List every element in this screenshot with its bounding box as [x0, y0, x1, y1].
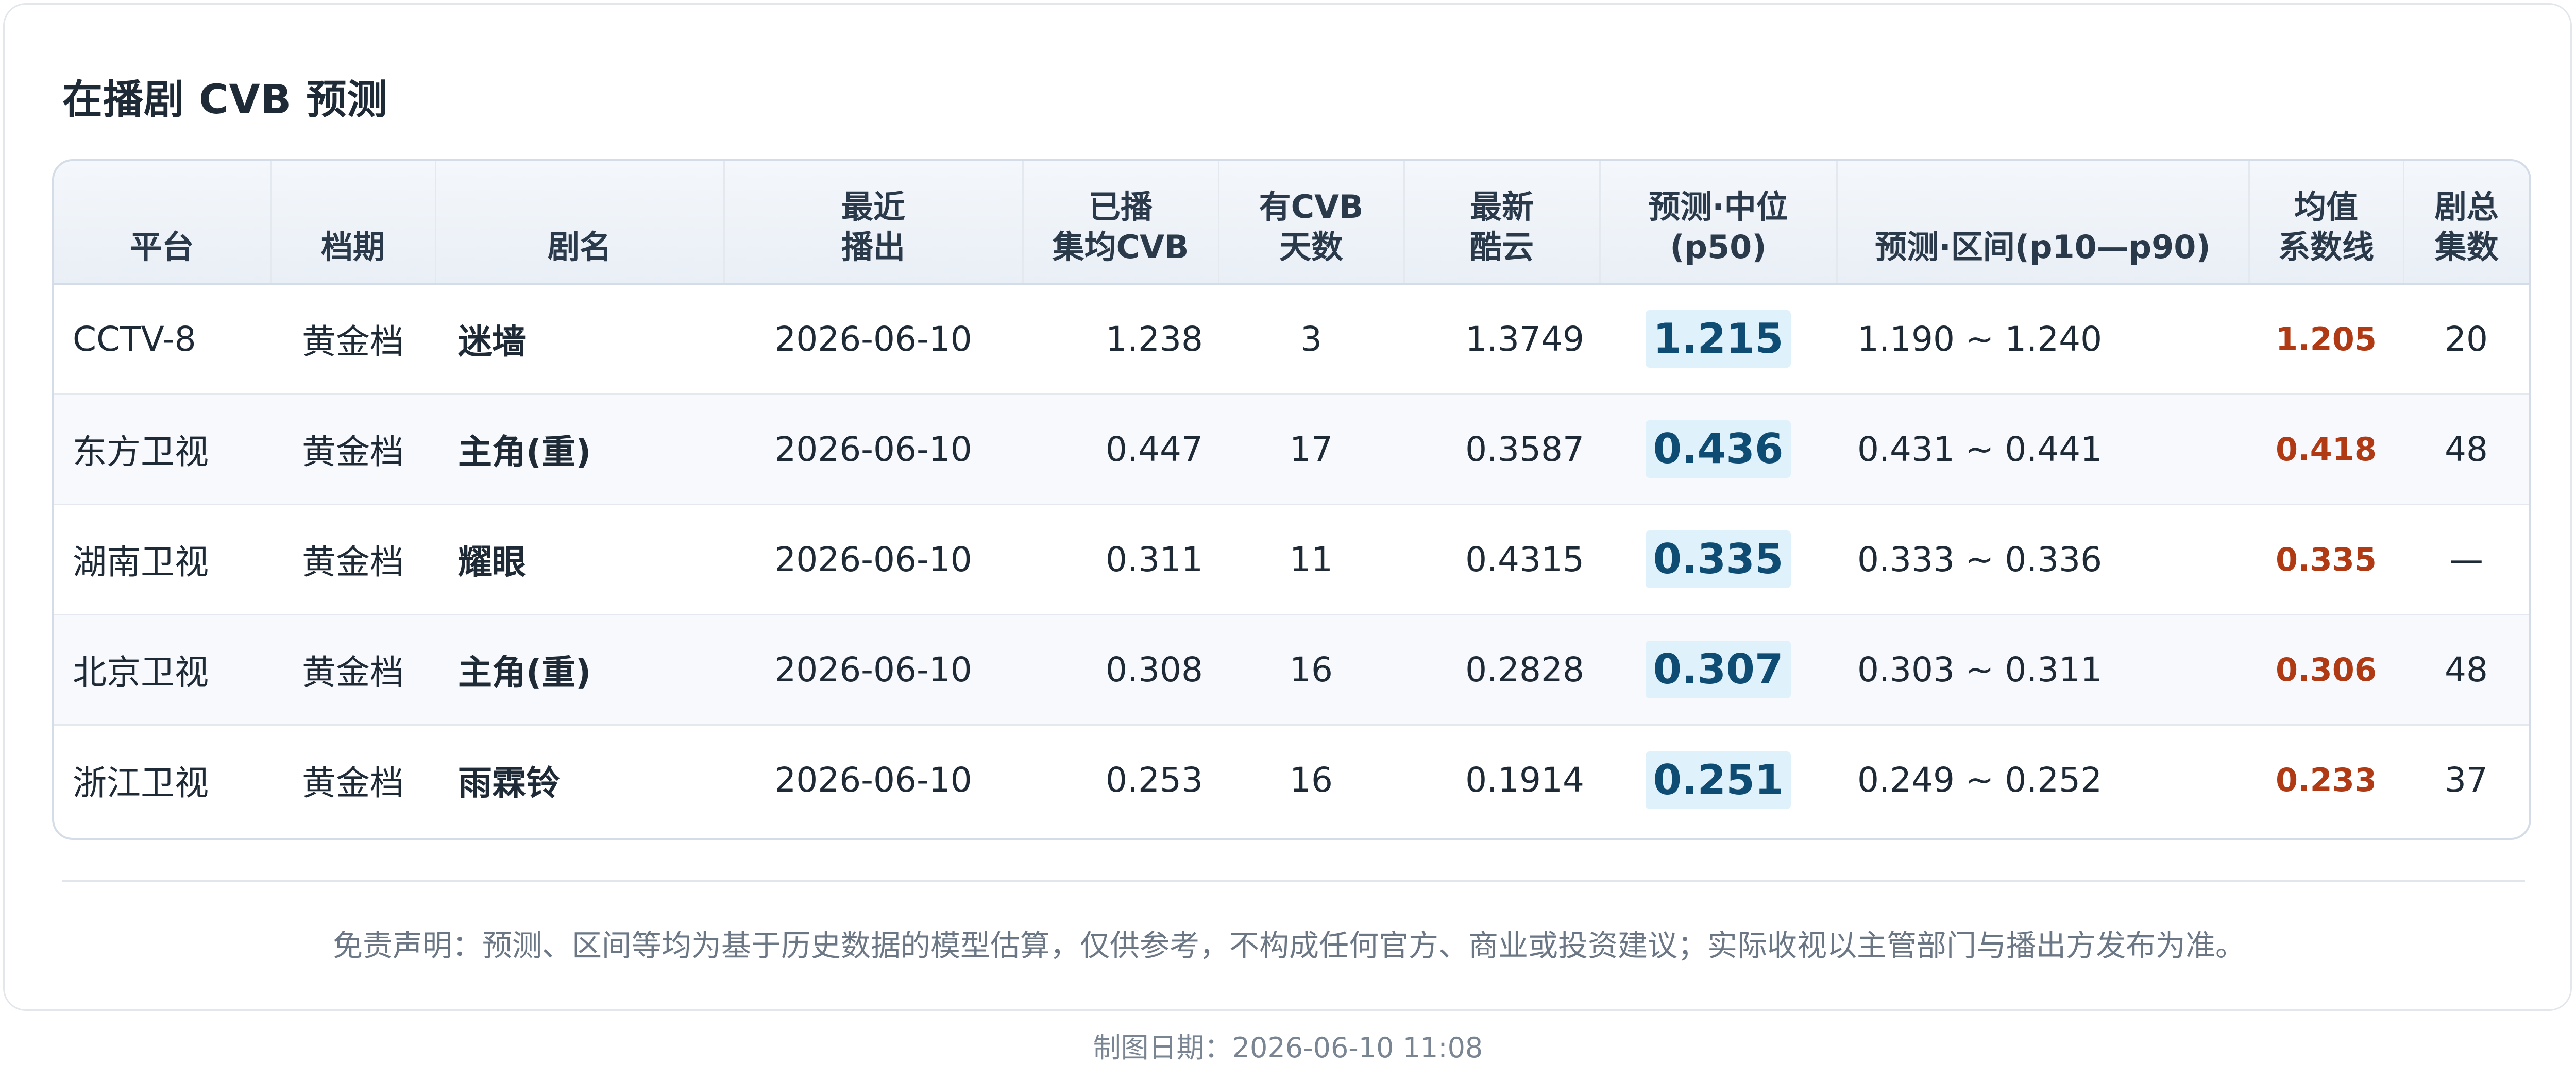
cell-slot: 黄金档	[302, 763, 404, 803]
cell-total-eps: 48	[2403, 394, 2529, 505]
cell-avg-cvb: 0.447	[1023, 394, 1218, 505]
p50-highlight: 0.251	[1646, 751, 1791, 809]
cell-platform: 浙江卫视	[73, 763, 209, 803]
header-avg-cvb: 已播 集均CVB	[1023, 161, 1219, 285]
cell-kuyun: 0.3587	[1404, 394, 1600, 505]
cell-total-eps: 20	[2403, 284, 2529, 395]
cell-range: 0.333 ~ 0.336	[1837, 504, 2249, 615]
header-p50: 预测·中位 (p50)	[1600, 161, 1838, 285]
cell-p50: 0.335	[1600, 504, 1837, 615]
cell-slot: 黄金档	[270, 504, 435, 615]
cell-mean-line: 0.335	[2249, 504, 2403, 615]
cell-p50: 0.436	[1600, 394, 1837, 505]
cell-platform: 北京卫视	[54, 614, 270, 726]
disclaimer-text: 免责声明：预测、区间等均为基于历史数据的模型估算，仅供参考，不构成任何官方、商业…	[332, 928, 2245, 963]
header-drama: 剧名	[435, 161, 725, 285]
section-divider	[62, 880, 2525, 882]
cell-cvb-days: 3	[1218, 284, 1404, 395]
cell-kuyun: 0.1914	[1465, 760, 1584, 800]
cell-cvb-days: 11	[1218, 504, 1404, 615]
cell-last-air: 2026-06-10	[724, 394, 1023, 505]
header-mean-line: 均值 系数线	[2249, 161, 2404, 285]
cell-platform: CCTV-8	[54, 284, 270, 395]
cell-platform: 湖南卫视	[54, 504, 270, 615]
cell-cvb-days: 17	[1218, 394, 1404, 505]
cell-range: 0.249 ~ 0.252	[1857, 760, 2103, 800]
cell-drama: 雨霖铃	[458, 763, 560, 803]
p50-highlight: 0.307	[1646, 641, 1791, 698]
cell-total-eps: —	[2403, 504, 2529, 615]
cell-drama: 主角(重)	[435, 614, 724, 726]
cell-mean-line: 1.205	[2249, 284, 2403, 395]
cell-slot: 黄金档	[270, 394, 435, 505]
cell-range: 0.303 ~ 0.311	[1837, 614, 2249, 726]
cvb-forecast-card: 在播剧 CVB 预测 平台 档期 剧名 最近 播出 已播 集均CVB 有CVB …	[3, 3, 2572, 1011]
cell-cvb-days: 16	[1290, 760, 1333, 800]
forecast-table-container: 平台 档期 剧名 最近 播出 已播 集均CVB 有CVB 天数 最新 酷云 预测…	[52, 159, 2531, 840]
cell-p50: 0.251	[1600, 725, 1837, 835]
cell-range: 0.431 ~ 0.441	[1837, 394, 2249, 505]
cell-avg-cvb: 1.238	[1023, 284, 1218, 395]
header-range: 预测·区间(p10—p90)	[1837, 161, 2250, 285]
header-last-air: 最近 播出	[724, 161, 1024, 285]
cell-drama: 主角(重)	[435, 394, 724, 505]
cell-total-eps: 48	[2403, 614, 2529, 726]
table-row: CCTV-8 黄金档 迷墙 2026-06-10 1.238 3 1.3749 …	[54, 284, 2529, 395]
cell-total-eps: 37	[2445, 760, 2488, 800]
cell-slot: 黄金档	[270, 614, 435, 726]
cell-kuyun: 0.2828	[1404, 614, 1600, 726]
cell-last-air: 2026-06-10	[724, 614, 1023, 726]
cell-avg-cvb: 0.311	[1023, 504, 1218, 615]
table-header-row: 平台 档期 剧名 最近 播出 已播 集均CVB 有CVB 天数 最新 酷云 预测…	[54, 161, 2529, 285]
header-total-eps: 剧总 集数	[2403, 161, 2529, 285]
cell-drama: 耀眼	[435, 504, 724, 615]
cell-cvb-days: 16	[1218, 614, 1404, 726]
cell-drama: 迷墙	[435, 284, 724, 395]
p50-highlight: 0.335	[1646, 530, 1791, 588]
cell-kuyun: 1.3749	[1404, 284, 1600, 395]
cell-last-air: 2026-06-10	[774, 760, 972, 800]
cell-avg-cvb: 0.308	[1023, 614, 1218, 726]
p50-highlight: 1.215	[1646, 310, 1791, 368]
header-cvb-days: 有CVB 天数	[1218, 161, 1405, 285]
cell-p50: 0.307	[1600, 614, 1837, 726]
cell-avg-cvb: 0.253	[1106, 760, 1203, 800]
table-row: 浙江卫视 黄金档 雨霖铃 2026-06-10 0.253 16 0.1914 …	[54, 725, 2529, 835]
cell-mean-line: 0.233	[2275, 761, 2377, 799]
cell-kuyun: 0.4315	[1404, 504, 1600, 615]
forecast-table: 平台 档期 剧名 最近 播出 已播 集均CVB 有CVB 天数 最新 酷云 预测…	[54, 161, 2529, 835]
header-platform: 平台	[54, 161, 272, 285]
header-slot: 档期	[270, 161, 436, 285]
cell-last-air: 2026-06-10	[724, 504, 1023, 615]
cell-slot: 黄金档	[270, 284, 435, 395]
page-title: 在播剧 CVB 预测	[62, 77, 388, 123]
cell-mean-line: 0.306	[2249, 614, 2403, 726]
table-row: 北京卫视 黄金档 主角(重) 2026-06-10 0.308 16 0.282…	[54, 614, 2529, 726]
cell-mean-line: 0.418	[2249, 394, 2403, 505]
cell-platform: 东方卫视	[54, 394, 270, 505]
cell-range: 1.190 ~ 1.240	[1837, 284, 2249, 395]
footer-chart-date: 制图日期：2026-06-10 11:08	[1093, 1032, 1483, 1064]
p50-highlight: 0.436	[1646, 420, 1791, 478]
cell-p50: 1.215	[1600, 284, 1837, 395]
header-kuyun: 最新 酷云	[1404, 161, 1601, 285]
table-row: 湖南卫视 黄金档 耀眼 2026-06-10 0.311 11 0.4315 0…	[54, 504, 2529, 615]
table-row: 东方卫视 黄金档 主角(重) 2026-06-10 0.447 17 0.358…	[54, 394, 2529, 505]
cell-last-air: 2026-06-10	[724, 284, 1023, 395]
